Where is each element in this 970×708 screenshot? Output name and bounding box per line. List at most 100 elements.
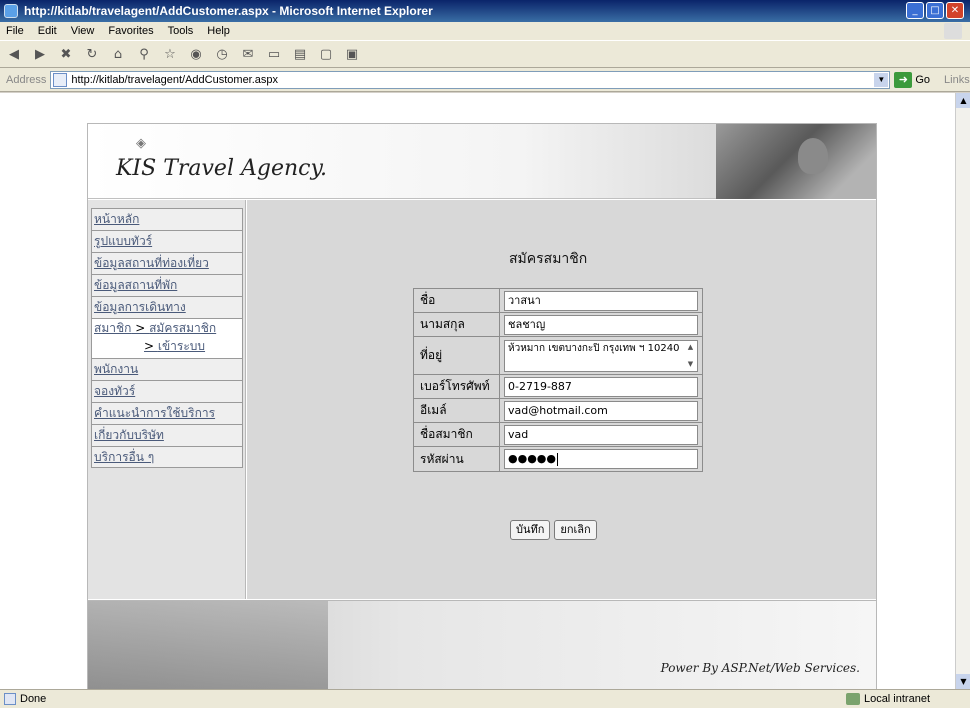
menu-tools[interactable]: Tools (168, 25, 194, 37)
address-bar: Address http://kitlab/travelagent/AddCus… (0, 68, 970, 92)
maximize-button[interactable]: □ (926, 2, 944, 19)
address-dropdown-icon[interactable]: ▼ (874, 72, 889, 87)
window-title: http://kitlab/travelagent/AddCustomer.as… (24, 4, 433, 18)
close-button[interactable]: ✕ (946, 2, 964, 19)
nav-item-other[interactable]: บริการอื่น ๆ (91, 446, 243, 468)
form-buttons: บันทึก ยกเลิก (510, 520, 597, 540)
nav-list: หน้าหลัก รูปแบบทัวร์ ข้อมูลสถานที่ท่องเท… (91, 208, 243, 468)
address-textarea[interactable]: ห้วหมาก เขตบางกะปิ กรุงเทพ ฯ 10240 ▲ ▼ (504, 339, 698, 372)
form-row-username: ชื่อสมาชิก vad (414, 423, 702, 447)
password-mask: ●●●●● (508, 452, 556, 465)
textarea-scroll-up-icon[interactable]: ▲ (685, 342, 696, 353)
nav-login-row: > เข้าระบบ (94, 337, 242, 355)
menu-favorites[interactable]: Favorites (108, 25, 153, 37)
address-label: Address (6, 73, 47, 86)
form-row-surname: นามสกุล ชลชาญ (414, 313, 702, 337)
links-button[interactable]: Links (944, 74, 970, 86)
discuss-icon[interactable]: ▢ (316, 44, 336, 64)
site-header: ◈ KIS Travel Agency. (88, 124, 876, 199)
name-input[interactable]: วาสนา (504, 290, 698, 311)
menu-help[interactable]: Help (207, 25, 230, 37)
web-page: ◈ KIS Travel Agency. หน้าหลัก รูปแบบทัวร… (87, 123, 877, 689)
intranet-icon (845, 693, 860, 705)
phone-input[interactable]: 0-2719-887 (504, 376, 698, 397)
home-icon[interactable]: ⌂ (108, 44, 128, 64)
window-controls: _ □ ✕ (906, 2, 964, 19)
register-form: ชื่อ วาสนา นามสกุล ชลชาญ ที่อยู่ ห้วหมาก… (413, 288, 703, 472)
toolbar: ◀ ▶ ✖ ↻ ⌂ ⚲ ☆ ◉ ◷ ✉ ▭ ▤ ▢ ▣ (0, 40, 970, 68)
address-field-label: ที่อยู่ (414, 337, 500, 374)
nav-item-book-tour[interactable]: จองทัวร์ (91, 380, 243, 402)
name-label: ชื่อ (414, 289, 500, 312)
nav-login-link[interactable]: เข้าระบบ (158, 339, 205, 353)
ie-icon (4, 4, 18, 18)
nav-item-member: สมาชิก > สมัครสมาชิก > เข้าระบบ (91, 318, 243, 358)
stop-icon[interactable]: ✖ (56, 44, 76, 64)
site-footer: Power By ASP.Net/Web Services. (88, 600, 876, 689)
surname-input[interactable]: ชลชาญ (504, 314, 698, 335)
nav-sub-prefix: > (144, 339, 158, 353)
menu-edit[interactable]: Edit (38, 25, 57, 37)
form-row-address: ที่อยู่ ห้วหมาก เขตบางกะปิ กรุงเทพ ฯ 102… (414, 337, 702, 375)
password-input[interactable]: ●●●●● (504, 449, 698, 469)
status-bar: Done Local intranet (0, 689, 970, 708)
mail-icon[interactable]: ✉ (238, 44, 258, 64)
go-button[interactable]: ➜ Go (894, 71, 931, 88)
go-arrow-icon: ➜ (894, 71, 913, 88)
address-text: ห้วหมาก เขตบางกะปิ กรุงเทพ ฯ 10240 (508, 342, 680, 354)
browser-viewport: ◈ KIS Travel Agency. หน้าหลัก รูปแบบทัวร… (0, 93, 955, 689)
email-input[interactable]: vad@hotmail.com (504, 400, 698, 421)
form-row-email: อีเมล์ vad@hotmail.com (414, 399, 702, 423)
nav-item-guide[interactable]: คำแนะนำการใช้บริการ (91, 402, 243, 424)
nav-item-travel[interactable]: ข้อมูลการเดินทาง (91, 296, 243, 318)
forward-icon[interactable]: ▶ (30, 44, 50, 64)
print-icon[interactable]: ▭ (264, 44, 284, 64)
nav-item-tour-types[interactable]: รูปแบบทัวร์ (91, 230, 243, 252)
logo-diamond-icon: ◈ (136, 136, 146, 151)
phone-label: เบอร์โทรศัพท์ (414, 375, 500, 398)
security-zone: Local intranet (845, 693, 930, 705)
refresh-icon[interactable]: ↻ (82, 44, 102, 64)
password-label: รหัสผ่าน (414, 447, 500, 471)
header-image (716, 124, 876, 199)
media-icon[interactable]: ◉ (186, 44, 206, 64)
nav-register-link[interactable]: สมัครสมาชิก (149, 321, 216, 335)
save-button[interactable]: บันทึก (510, 520, 551, 540)
vertical-scrollbar[interactable]: ▲ ▼ (955, 93, 970, 689)
footer-temple-image (88, 601, 328, 689)
address-input[interactable]: http://kitlab/travelagent/AddCustomer.as… (50, 70, 891, 89)
username-label: ชื่อสมาชิก (414, 423, 500, 446)
menu-view[interactable]: View (71, 25, 95, 37)
nav-item-accommodation[interactable]: ข้อมูลสถานที่พัก (91, 274, 243, 296)
textarea-scroll-down-icon[interactable]: ▼ (685, 359, 696, 370)
nav-item-attractions[interactable]: ข้อมูลสถานที่ท่องเที่ยว (91, 252, 243, 274)
text-caret (557, 452, 558, 466)
back-icon[interactable]: ◀ (4, 44, 24, 64)
surname-label: นามสกุล (414, 313, 500, 336)
status-text: Done (20, 693, 47, 705)
cancel-button[interactable]: ยกเลิก (554, 520, 597, 540)
window-titlebar[interactable]: http://kitlab/travelagent/AddCustomer.as… (0, 0, 970, 22)
scroll-up-icon[interactable]: ▲ (956, 93, 970, 108)
minimize-button[interactable]: _ (906, 2, 924, 19)
edit-icon[interactable]: ▤ (290, 44, 310, 64)
favorites-icon[interactable]: ☆ (160, 44, 180, 64)
address-url: http://kitlab/travelagent/AddCustomer.as… (71, 73, 279, 86)
menu-file[interactable]: File (6, 25, 24, 37)
nav-separator: > (131, 321, 150, 335)
sidebar: หน้าหลัก รูปแบบทัวร์ ข้อมูลสถานที่ท่องเท… (88, 200, 246, 599)
search-icon[interactable]: ⚲ (134, 44, 154, 64)
go-label: Go (915, 73, 931, 86)
nav-item-employee[interactable]: พนักงาน (91, 358, 243, 380)
scroll-down-icon[interactable]: ▼ (956, 674, 970, 689)
footer-credit: Power By ASP.Net/Web Services. (660, 661, 860, 675)
nav-item-about[interactable]: เกี่ยวกับบริษัท (91, 424, 243, 446)
username-input[interactable]: vad (504, 424, 698, 445)
zone-label: Local intranet (863, 693, 930, 705)
history-icon[interactable]: ◷ (212, 44, 232, 64)
messenger-icon[interactable]: ▣ (342, 44, 362, 64)
nav-item-home[interactable]: หน้าหลัก (91, 208, 243, 230)
form-title: สมัครสมาชิก (509, 251, 588, 267)
nav-member-link[interactable]: สมาชิก (94, 321, 131, 335)
page-done-icon (4, 693, 16, 705)
